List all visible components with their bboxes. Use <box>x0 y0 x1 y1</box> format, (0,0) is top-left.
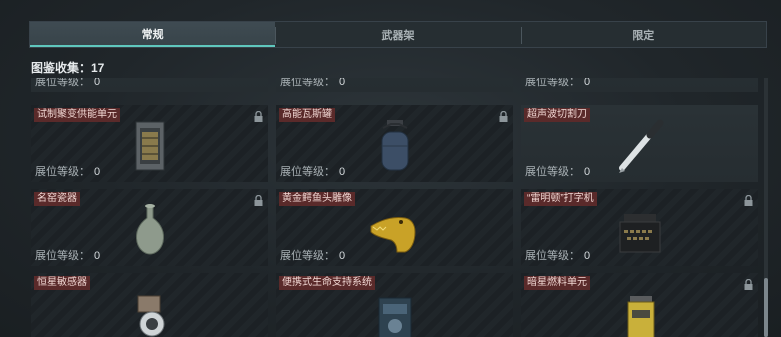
tab-weapon-rack[interactable]: 武器架 <box>275 22 520 47</box>
collection-card[interactable]: 展位等级： 0 <box>521 78 758 92</box>
collection-card[interactable]: 展位等级： 0 <box>31 78 268 92</box>
display-level: 展位等级： 0 <box>280 166 346 178</box>
ultrasonic-knife-icon <box>618 119 663 173</box>
tab-regular[interactable]: 常规 <box>30 22 276 47</box>
collection-card[interactable]: 名窑瓷器 展位等级： 0 <box>31 189 268 266</box>
display-level: 展位等级： 0 <box>35 250 101 262</box>
item-name: “雷明顿”打字机 <box>524 192 597 206</box>
item-name: 名窑瓷器 <box>34 192 80 206</box>
lock-icon <box>254 195 263 206</box>
life-support-icon <box>378 297 411 337</box>
lock-icon <box>499 111 508 122</box>
lock-icon <box>254 111 263 122</box>
collection-grid: 展位等级： 0 展位等级： 0 展位等级： 0 试制聚变供能单元 展位等级： 0 高能瓦… <box>31 78 759 337</box>
item-name: 恒星敏感器 <box>34 276 90 290</box>
star-sensor-icon <box>137 295 164 337</box>
porcelain-vase-icon <box>135 204 164 255</box>
item-name: 超声波切割刀 <box>524 108 590 122</box>
collection-card[interactable]: 黄金鳄鱼头雕像 展位等级： 0 <box>276 189 513 266</box>
collection-card[interactable]: “雷明顿”打字机 展位等级： 0 <box>521 189 758 266</box>
scrollbar-thumb[interactable] <box>764 278 768 337</box>
collection-card[interactable]: 超声波切割刀 展位等级： 0 <box>521 105 758 182</box>
collection-card[interactable]: 便携式生命支持系统 <box>276 273 513 337</box>
display-level: 展位等级： 0 <box>525 78 591 88</box>
golden-croc-icon <box>370 217 416 253</box>
display-level: 展位等级： 0 <box>525 250 591 262</box>
display-level: 展位等级： 0 <box>280 250 346 262</box>
item-name: 便携式生命支持系统 <box>279 276 375 290</box>
display-level: 展位等级： 0 <box>35 78 101 88</box>
item-name: 试制聚变供能单元 <box>34 108 120 122</box>
item-name: 暗星燃料单元 <box>524 276 590 290</box>
tab-limited[interactable]: 限定 <box>520 22 766 47</box>
collection-count: 图鉴收集：17 <box>31 61 105 75</box>
gas-tank-icon <box>381 120 408 171</box>
lock-icon <box>744 195 753 206</box>
lock-icon <box>744 279 753 290</box>
category-tabs: 常规 武器架 限定 <box>29 21 767 48</box>
collection-card[interactable]: 高能瓦斯罐 展位等级： 0 <box>276 105 513 182</box>
item-name: 高能瓦斯罐 <box>279 108 335 122</box>
collection-card[interactable]: 试制聚变供能单元 展位等级： 0 <box>31 105 268 182</box>
collection-card[interactable]: 恒星敏感器 <box>31 273 268 337</box>
fuel-cell-icon <box>627 296 654 337</box>
fusion-unit-icon <box>135 121 164 171</box>
display-level: 展位等级： 0 <box>280 78 346 88</box>
scrollbar[interactable] <box>764 78 768 337</box>
collection-card[interactable]: 展位等级： 0 <box>276 78 513 92</box>
collection-card[interactable]: 暗星燃料单元 <box>521 273 758 337</box>
typewriter-icon <box>619 214 660 253</box>
item-name: 黄金鳄鱼头雕像 <box>279 192 355 206</box>
display-level: 展位等级： 0 <box>35 166 101 178</box>
display-level: 展位等级： 0 <box>525 166 591 178</box>
